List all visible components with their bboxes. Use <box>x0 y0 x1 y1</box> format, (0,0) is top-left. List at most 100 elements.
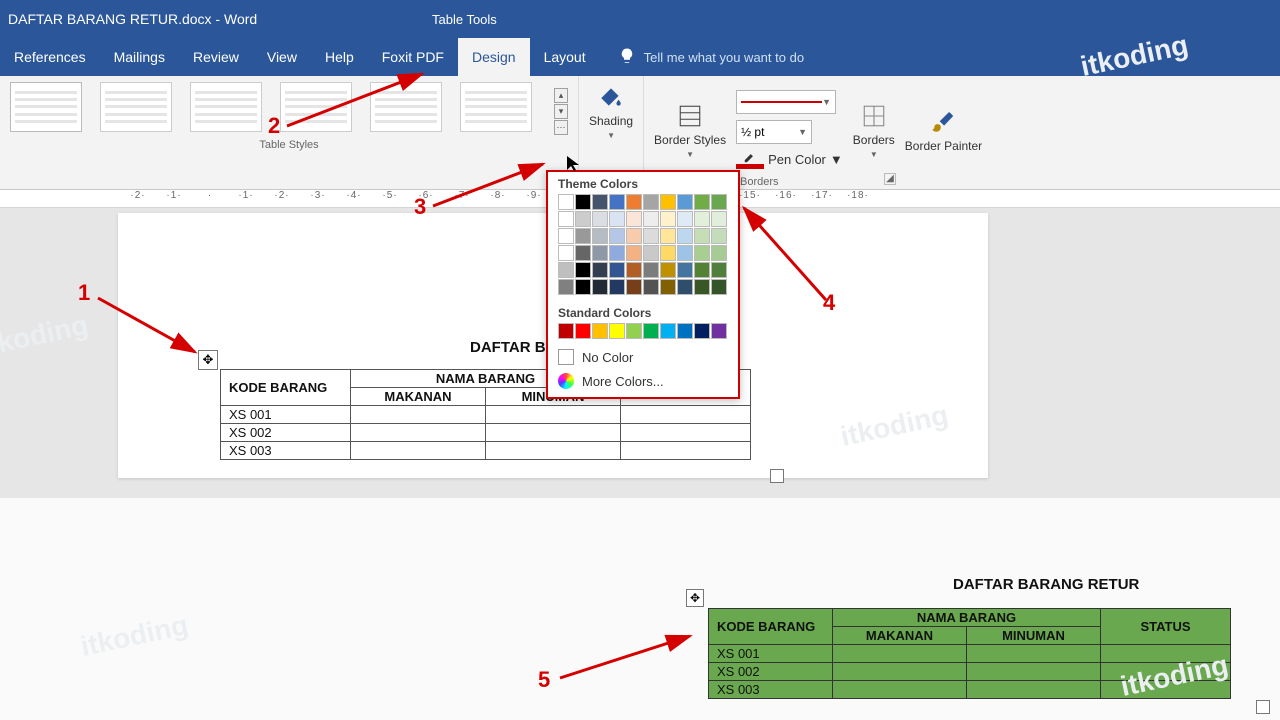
cell[interactable] <box>621 424 751 442</box>
color-swatch[interactable] <box>677 262 693 278</box>
col-header-kode[interactable]: KODE BARANG <box>709 609 833 645</box>
result-table-resize-handle[interactable] <box>1256 700 1270 714</box>
tab-mailings[interactable]: Mailings <box>100 38 179 76</box>
color-swatch[interactable] <box>575 211 591 227</box>
col-header-makanan[interactable]: MAKANAN <box>351 388 486 406</box>
color-swatch[interactable] <box>575 262 591 278</box>
color-swatch[interactable] <box>626 211 642 227</box>
cell[interactable] <box>1101 645 1231 663</box>
cell[interactable] <box>1101 681 1231 699</box>
cell[interactable] <box>833 663 967 681</box>
color-swatch[interactable] <box>694 279 710 295</box>
cell[interactable] <box>486 424 621 442</box>
color-swatch[interactable] <box>626 228 642 244</box>
color-swatch[interactable] <box>694 211 710 227</box>
color-swatch[interactable] <box>558 245 574 261</box>
cell[interactable]: XS 003 <box>709 681 833 699</box>
color-swatch[interactable] <box>677 245 693 261</box>
color-swatch[interactable] <box>711 211 727 227</box>
color-swatch[interactable] <box>711 245 727 261</box>
color-swatch[interactable] <box>575 323 591 339</box>
color-swatch[interactable] <box>626 245 642 261</box>
color-swatch[interactable] <box>694 194 710 210</box>
col-header-makanan[interactable]: MAKANAN <box>833 627 967 645</box>
color-swatch[interactable] <box>643 245 659 261</box>
cell[interactable] <box>833 645 967 663</box>
cell[interactable] <box>1101 663 1231 681</box>
tab-review[interactable]: Review <box>179 38 253 76</box>
chevron-down-icon[interactable]: ▼ <box>870 150 878 159</box>
color-swatch[interactable] <box>592 323 608 339</box>
color-swatch[interactable] <box>609 279 625 295</box>
color-swatch[interactable] <box>711 262 727 278</box>
cell[interactable] <box>351 406 486 424</box>
col-header-status[interactable]: STATUS <box>1101 609 1231 645</box>
color-swatch[interactable] <box>626 279 642 295</box>
color-swatch[interactable] <box>711 228 727 244</box>
color-swatch[interactable] <box>677 211 693 227</box>
border-styles-button[interactable]: Border Styles ▼ <box>654 101 726 159</box>
chevron-down-icon[interactable]: ▼ <box>607 131 615 140</box>
color-swatch[interactable] <box>592 262 608 278</box>
color-swatch[interactable] <box>609 245 625 261</box>
color-swatch[interactable] <box>677 279 693 295</box>
cell[interactable]: XS 003 <box>221 442 351 460</box>
color-swatch[interactable] <box>626 323 642 339</box>
color-swatch[interactable] <box>626 262 642 278</box>
color-swatch[interactable] <box>694 228 710 244</box>
color-swatch[interactable] <box>558 323 574 339</box>
color-swatch[interactable] <box>694 323 710 339</box>
table-style-thumb[interactable] <box>190 82 262 132</box>
cell[interactable] <box>486 442 621 460</box>
color-swatch[interactable] <box>660 194 676 210</box>
pen-color-button[interactable]: Pen Color ▼ <box>736 150 843 169</box>
chevron-down-icon[interactable]: ▼ <box>686 150 694 159</box>
tab-design[interactable]: Design <box>458 38 530 76</box>
color-swatch[interactable] <box>609 323 625 339</box>
cell[interactable] <box>967 663 1101 681</box>
result-table-move-handle[interactable]: ✥ <box>686 589 704 607</box>
color-swatch[interactable] <box>558 228 574 244</box>
border-line-weight-combo[interactable]: ½ pt▼ <box>736 120 812 144</box>
color-swatch[interactable] <box>592 194 608 210</box>
color-swatch[interactable] <box>626 194 642 210</box>
cell[interactable] <box>967 681 1101 699</box>
color-swatch[interactable] <box>558 262 574 278</box>
col-header-minuman[interactable]: MINUMAN <box>967 627 1101 645</box>
cell[interactable]: XS 001 <box>221 406 351 424</box>
color-swatch[interactable] <box>558 279 574 295</box>
cell[interactable] <box>351 442 486 460</box>
color-swatch[interactable] <box>660 211 676 227</box>
cell[interactable] <box>621 442 751 460</box>
col-header-kode[interactable]: KODE BARANG <box>221 370 351 406</box>
borders-button[interactable]: Borders ▼ <box>853 101 895 159</box>
color-swatch[interactable] <box>677 194 693 210</box>
color-swatch[interactable] <box>609 194 625 210</box>
color-swatch[interactable] <box>592 245 608 261</box>
tab-layout[interactable]: Layout <box>530 38 600 76</box>
color-swatch[interactable] <box>660 279 676 295</box>
shading-button[interactable]: Shading ▼ <box>589 82 633 140</box>
color-swatch[interactable] <box>711 194 727 210</box>
color-swatch[interactable] <box>575 194 591 210</box>
color-swatch[interactable] <box>660 245 676 261</box>
color-swatch[interactable] <box>558 211 574 227</box>
color-swatch[interactable] <box>592 228 608 244</box>
color-swatch[interactable] <box>711 279 727 295</box>
color-swatch[interactable] <box>660 262 676 278</box>
cell[interactable]: XS 002 <box>709 663 833 681</box>
cell[interactable] <box>486 406 621 424</box>
col-header-nama[interactable]: NAMA BARANG <box>833 609 1101 627</box>
dialog-launcher-icon[interactable]: ◢ <box>884 173 896 185</box>
cell[interactable] <box>967 645 1101 663</box>
no-color-item[interactable]: No Color <box>548 345 738 369</box>
color-swatch[interactable] <box>643 262 659 278</box>
cell[interactable]: XS 002 <box>221 424 351 442</box>
color-swatch[interactable] <box>711 323 727 339</box>
tab-references[interactable]: References <box>0 38 100 76</box>
cell[interactable] <box>351 424 486 442</box>
table-style-thumb[interactable] <box>10 82 82 132</box>
result-table[interactable]: KODE BARANG NAMA BARANG STATUS MAKANAN M… <box>708 608 1231 699</box>
color-swatch[interactable] <box>592 279 608 295</box>
border-painter-button[interactable]: Border Painter <box>905 107 982 153</box>
